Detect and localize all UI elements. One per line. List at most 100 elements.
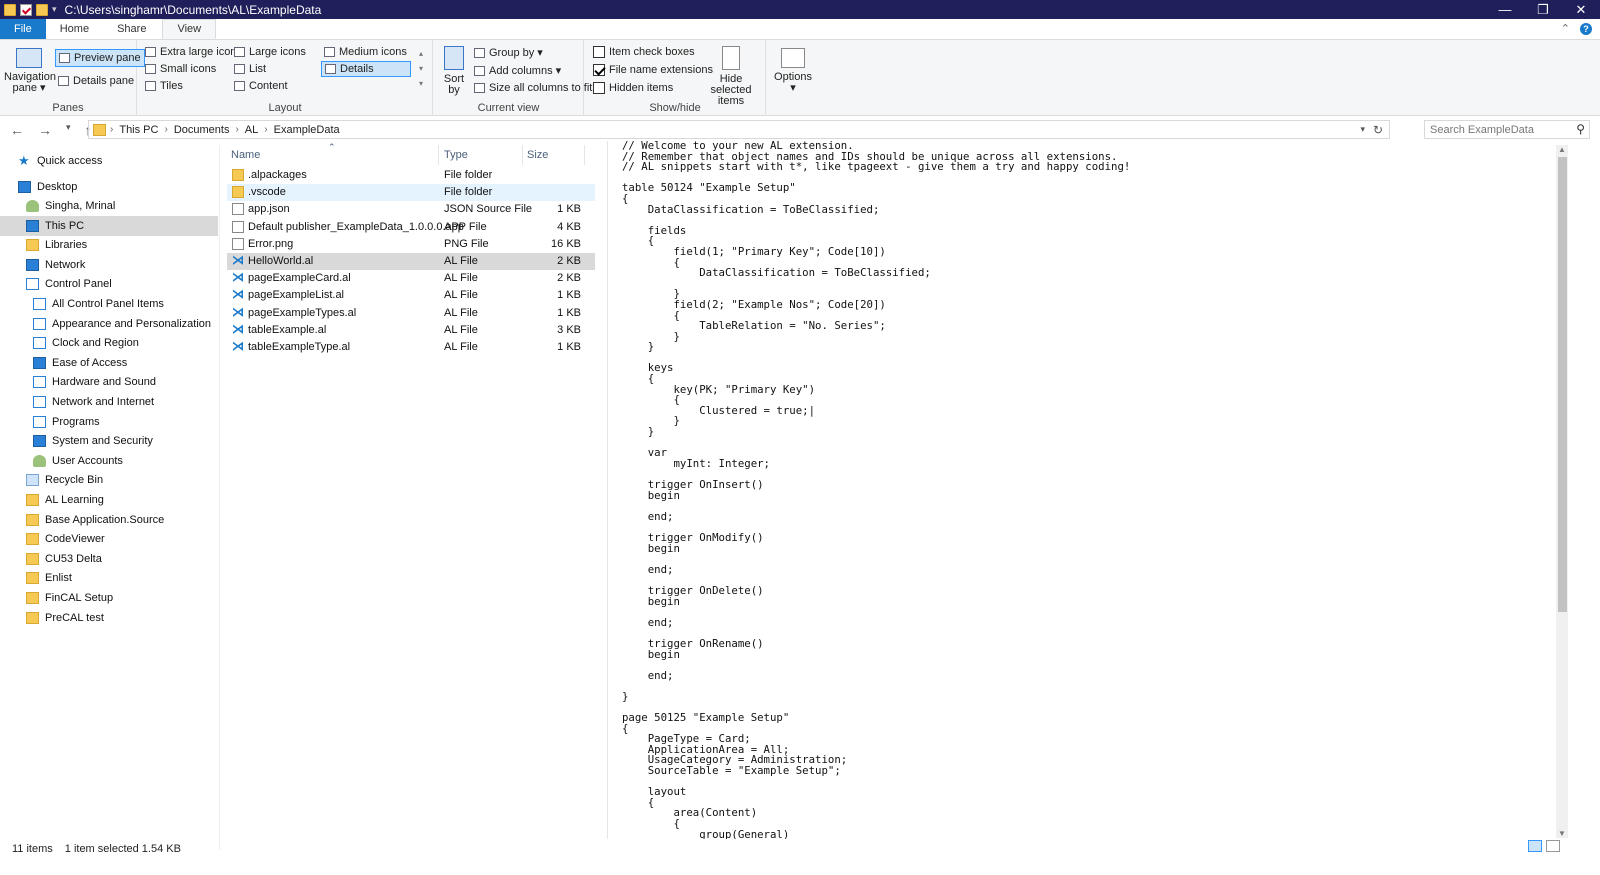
sidebar-item[interactable]: Clock and Region: [0, 333, 218, 353]
layout-list[interactable]: List: [234, 63, 266, 75]
scroll-down-icon[interactable]: ▼: [1558, 829, 1566, 838]
sidebar-item-label: CodeViewer: [45, 533, 105, 545]
size-all-columns-button[interactable]: Size all columns to fit: [474, 82, 592, 94]
sort-by-button[interactable]: Sort by: [438, 46, 470, 96]
file-row[interactable]: app.json JSON Source File 1 KB: [227, 201, 595, 218]
column-header-name[interactable]: Name: [231, 149, 260, 161]
address-bar[interactable]: › This PC › Documents › AL › ExampleData…: [88, 120, 1390, 139]
breadcrumb-exampledata[interactable]: ExampleData: [274, 124, 340, 136]
details-view-icon[interactable]: [1528, 840, 1542, 852]
maximize-button[interactable]: ❐: [1524, 0, 1562, 19]
user-icon: [26, 200, 39, 212]
column-divider[interactable]: [438, 145, 439, 165]
tab-view[interactable]: View: [162, 19, 217, 39]
sidebar-item[interactable]: ★ Quick access: [0, 151, 218, 171]
file-size: 1 KB: [557, 203, 581, 216]
layout-scroll[interactable]: ▴ ▾ ▾: [416, 46, 426, 92]
sidebar-item[interactable]: Enlist: [0, 568, 218, 588]
layout-details[interactable]: Details: [321, 61, 411, 77]
scrollbar-thumb[interactable]: [1558, 157, 1567, 612]
refresh-icon[interactable]: ↻: [1373, 123, 1383, 137]
file-row[interactable]: ⋊ tableExampleType.al AL File 1 KB: [227, 339, 595, 356]
breadcrumb-documents[interactable]: Documents: [174, 124, 230, 136]
layout-medium-icons[interactable]: Medium icons: [324, 46, 407, 58]
sidebar-item[interactable]: User Accounts: [0, 451, 218, 471]
properties-icon[interactable]: [20, 3, 32, 16]
layout-large-icons[interactable]: Large icons: [234, 46, 306, 58]
layout-content[interactable]: Content: [234, 80, 288, 92]
layout-small-icons[interactable]: Small icons: [145, 63, 216, 75]
close-button[interactable]: ✕: [1562, 0, 1600, 19]
sidebar-item[interactable]: CodeViewer: [0, 529, 218, 549]
customize-toolbar-icon[interactable]: ▾: [52, 4, 57, 15]
minimize-button[interactable]: —: [1486, 0, 1524, 19]
tab-file[interactable]: File: [0, 19, 46, 39]
sidebar-item[interactable]: Hardware and Sound: [0, 372, 218, 392]
sidebar-item[interactable]: All Control Panel Items: [0, 294, 218, 314]
sidebar-item[interactable]: Ease of Access: [0, 353, 218, 373]
preview-scrollbar[interactable]: ▲ ▼: [1556, 145, 1568, 838]
file-row[interactable]: ⋊ pageExampleList.al AL File 1 KB: [227, 287, 595, 304]
sidebar-item[interactable]: PreCAL test: [0, 608, 218, 628]
file-row[interactable]: .alpackages File folder: [227, 167, 595, 184]
column-divider[interactable]: [584, 145, 585, 165]
file-name-extensions-toggle[interactable]: File name extensions: [593, 64, 713, 76]
file-row[interactable]: ⋊ HelloWorld.al AL File 2 KB: [227, 253, 595, 270]
file-row[interactable]: .vscode File folder: [227, 184, 595, 202]
help-icon[interactable]: ?: [1580, 22, 1592, 35]
sidebar-item[interactable]: Network: [0, 255, 218, 275]
sidebar-item[interactable]: Recycle Bin: [0, 470, 218, 490]
sidebar-item[interactable]: CU53 Delta: [0, 549, 218, 569]
sidebar-item[interactable]: Network and Internet: [0, 392, 218, 412]
back-arrow-icon[interactable]: ←: [10, 122, 24, 138]
add-columns-button[interactable]: Add columns ▾: [474, 64, 561, 77]
navigation-pane-button[interactable]: Navigation pane ▾: [4, 48, 56, 94]
collapse-ribbon-icon[interactable]: ⌃: [1561, 22, 1570, 35]
layout-tiles[interactable]: Tiles: [145, 80, 183, 92]
column-divider[interactable]: [522, 145, 523, 165]
sidebar-item[interactable]: Control Panel: [0, 274, 218, 294]
sidebar-item[interactable]: Appearance and Personalization: [0, 314, 218, 334]
search-input[interactable]: Search ExampleData ⚲: [1424, 120, 1590, 139]
file-row[interactable]: Error.png PNG File 16 KB: [227, 236, 595, 253]
file-row[interactable]: Default publisher_ExampleData_1.0.0.0.ap…: [227, 219, 595, 236]
recent-locations-icon[interactable]: ▾: [66, 122, 71, 138]
file-name: tableExampleType.al: [248, 341, 351, 353]
navigation-pane-icon: [16, 48, 42, 68]
sidebar-item[interactable]: This PC: [0, 216, 218, 236]
breadcrumb-this-pc[interactable]: This PC: [119, 124, 158, 136]
details-pane-button[interactable]: Details pane: [58, 75, 134, 87]
folder-icon: [26, 553, 39, 565]
layout-extra-large-icons[interactable]: Extra large icons: [145, 46, 242, 58]
tab-home[interactable]: Home: [46, 19, 103, 39]
forward-arrow-icon[interactable]: →: [38, 122, 52, 138]
column-header-size[interactable]: Size: [527, 149, 548, 161]
hidden-items-toggle[interactable]: Hidden items: [593, 82, 673, 94]
large-icons-view-icon[interactable]: [1546, 840, 1560, 852]
file-type: AL File: [444, 272, 478, 285]
file-row[interactable]: ⋊ pageExampleCard.al AL File 2 KB: [227, 270, 595, 287]
hide-selected-items-button[interactable]: Hide selected items: [699, 46, 763, 107]
tiles-icon: [145, 81, 156, 91]
scroll-up-icon[interactable]: ▲: [1558, 145, 1566, 154]
preview-pane-button[interactable]: Preview pane: [55, 49, 145, 67]
item-check-boxes-toggle[interactable]: Item check boxes: [593, 46, 695, 58]
file-row[interactable]: ⋊ pageExampleTypes.al AL File 1 KB: [227, 305, 595, 322]
new-folder-icon[interactable]: [36, 3, 48, 16]
preview-pane[interactable]: // Welcome to your new AL extension. // …: [607, 141, 1555, 839]
sidebar-item[interactable]: System and Security: [0, 431, 218, 451]
address-dropdown-icon[interactable]: ▾: [1360, 124, 1365, 135]
breadcrumb-al[interactable]: AL: [245, 124, 258, 136]
options-button[interactable]: Options ▾: [770, 48, 816, 94]
sidebar-item[interactable]: FinCAL Setup: [0, 588, 218, 608]
column-header-type[interactable]: Type: [444, 149, 468, 161]
sidebar-item[interactable]: AL Learning: [0, 490, 218, 510]
sidebar-item[interactable]: Desktop: [0, 177, 218, 197]
sidebar-item[interactable]: Singha, Mrinal: [0, 196, 218, 216]
sidebar-item[interactable]: Libraries: [0, 235, 218, 255]
tab-share[interactable]: Share: [103, 19, 160, 39]
file-row[interactable]: ⋊ tableExample.al AL File 3 KB: [227, 322, 595, 339]
sidebar-item[interactable]: Base Application.Source: [0, 510, 218, 530]
group-by-button[interactable]: Group by ▾: [474, 46, 543, 59]
sidebar-item[interactable]: Programs: [0, 412, 218, 432]
